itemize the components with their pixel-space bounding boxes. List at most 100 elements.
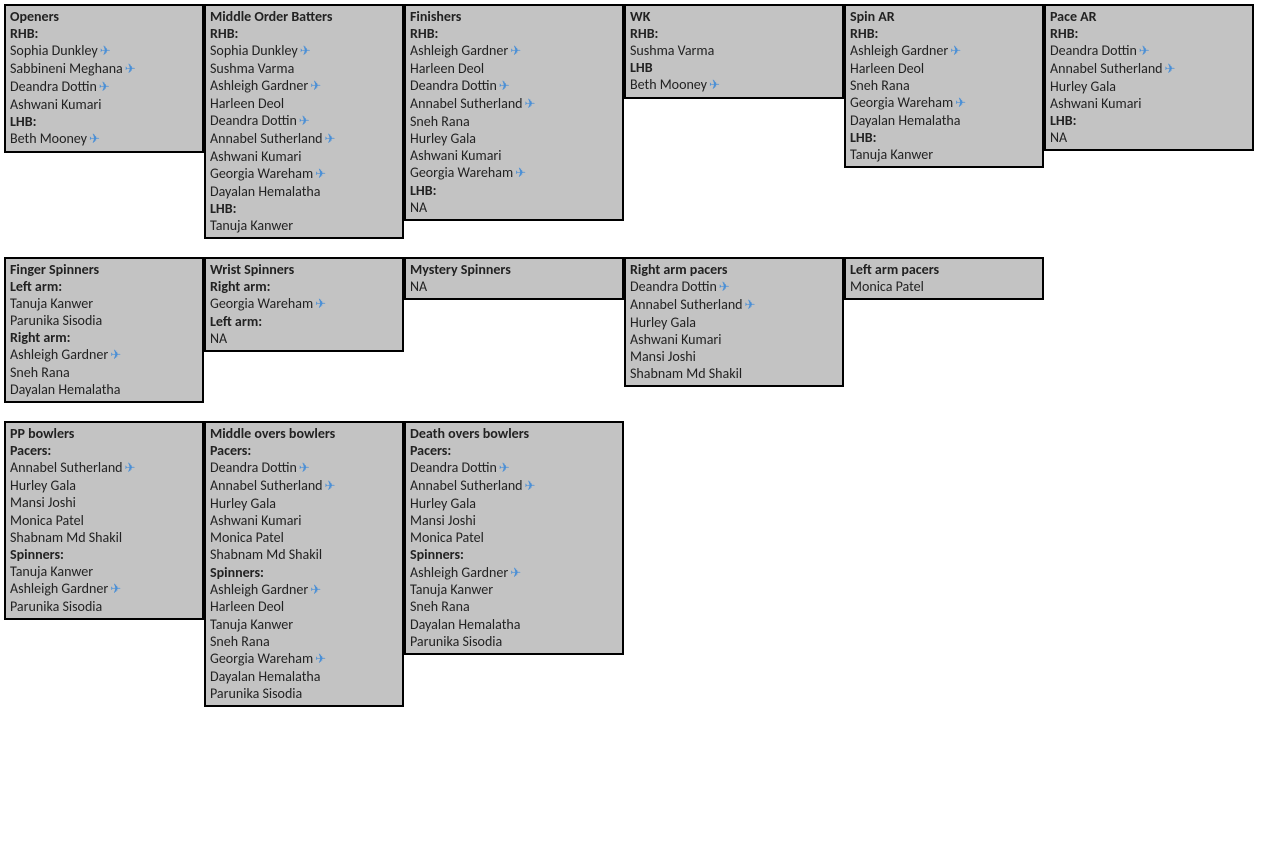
overseas-icon: ✈ [125, 62, 136, 78]
player-line: NA [410, 278, 618, 295]
player-name: NA [210, 330, 227, 347]
player-line: Ashwani Kumari [1050, 95, 1248, 112]
player-name: Sophia Dunkley [210, 42, 298, 59]
player-name: Ashleigh Gardner [410, 42, 508, 59]
overseas-icon: ✈ [950, 44, 961, 60]
group-heading: RHB: [210, 25, 398, 42]
player-line: Dayalan Hemalatha [410, 616, 618, 633]
player-name: Hurley Gala [630, 314, 696, 331]
player-line: Dayalan Hemalatha [10, 381, 198, 398]
group-heading: RHB: [630, 25, 838, 42]
overseas-icon: ✈ [1165, 62, 1176, 78]
player-name: Monica Patel [410, 529, 484, 546]
player-name: Annabel Sutherland [1050, 60, 1163, 77]
player-name: Sabbineni Meghana [10, 60, 123, 77]
group-heading: LHB: [410, 182, 618, 199]
player-line: Deandra Dottin✈ [1050, 42, 1248, 60]
group-heading: Pacers: [210, 442, 398, 459]
player-line: Hurley Gala [410, 495, 618, 512]
player-name: Georgia Wareham [210, 165, 313, 182]
overseas-icon: ✈ [515, 166, 526, 182]
player-name: Sneh Rana [10, 364, 70, 381]
overseas-icon: ✈ [110, 582, 121, 598]
player-line: Georgia Wareham✈ [210, 650, 398, 668]
player-name: Ashleigh Gardner [10, 346, 108, 363]
player-line: Tanuja Kanwer [850, 146, 1038, 163]
player-name: Harleen Deol [410, 60, 484, 77]
player-line: Mansi Joshi [410, 512, 618, 529]
player-name: NA [1050, 129, 1067, 146]
overseas-icon: ✈ [510, 566, 521, 582]
player-line: Ashleigh Gardner✈ [410, 42, 618, 60]
player-name: Ashwani Kumari [210, 512, 302, 529]
group-heading: RHB: [850, 25, 1038, 42]
group-heading: Right arm: [10, 329, 198, 346]
player-name: Tanuja Kanwer [850, 146, 933, 163]
overseas-icon: ✈ [525, 97, 536, 113]
player-line: Parunika Sisodia [410, 633, 618, 650]
overseas-icon: ✈ [510, 44, 521, 60]
player-line: Sushma Varma [630, 42, 838, 59]
category-card: PP bowlersPacers:Annabel Sutherland✈Hurl… [4, 421, 204, 619]
player-line: Hurley Gala [210, 495, 398, 512]
player-line: Sneh Rana [210, 633, 398, 650]
player-line: Georgia Wareham✈ [210, 165, 398, 183]
overseas-icon: ✈ [300, 44, 311, 60]
group-heading: RHB: [410, 25, 618, 42]
category-card: Death overs bowlersPacers:Deandra Dottin… [404, 421, 624, 654]
player-line: Deandra Dottin✈ [10, 78, 198, 96]
player-line: Annabel Sutherland✈ [1050, 60, 1248, 78]
player-name: Dayalan Hemalatha [410, 616, 520, 633]
overseas-icon: ✈ [299, 114, 310, 130]
player-name: Deandra Dottin [210, 112, 297, 129]
player-line: Monica Patel [850, 278, 1038, 295]
player-line: Georgia Wareham✈ [210, 295, 398, 313]
player-name: Hurley Gala [210, 495, 276, 512]
player-line: Harleen Deol [850, 60, 1038, 77]
overseas-icon: ✈ [89, 132, 100, 148]
player-name: Annabel Sutherland [210, 477, 323, 494]
player-line: NA [410, 199, 618, 216]
card-title: Spin AR [850, 8, 1038, 25]
player-name: Parunika Sisodia [10, 312, 102, 329]
player-name: Sushma Varma [210, 60, 294, 77]
group-heading: Spinners: [210, 564, 398, 581]
player-line: Sabbineni Meghana✈ [10, 60, 198, 78]
group-heading: LHB: [1050, 112, 1248, 129]
overseas-icon: ✈ [709, 78, 720, 94]
player-line: Sneh Rana [10, 364, 198, 381]
player-line: Ashwani Kumari [10, 96, 198, 113]
player-name: Sneh Rana [410, 598, 470, 615]
player-name: Georgia Wareham [210, 650, 313, 667]
category-card: Middle overs bowlersPacers:Deandra Dotti… [204, 421, 404, 706]
card-title: Right arm pacers [630, 261, 838, 278]
category-card: WKRHB:Sushma VarmaLHBBeth Mooney✈ [624, 4, 844, 99]
player-name: Mansi Joshi [10, 494, 76, 511]
overseas-icon: ✈ [110, 348, 121, 364]
player-name: Dayalan Hemalatha [10, 381, 120, 398]
player-line: Georgia Wareham✈ [850, 94, 1038, 112]
player-name: Ashwani Kumari [410, 147, 502, 164]
category-card: Finger SpinnersLeft arm:Tanuja KanwerPar… [4, 257, 204, 403]
player-name: Sushma Varma [630, 42, 714, 59]
player-name: Monica Patel [850, 278, 924, 295]
category-card: FinishersRHB:Ashleigh Gardner✈Harleen De… [404, 4, 624, 221]
card-title: Pace AR [1050, 8, 1248, 25]
player-name: Sophia Dunkley [10, 42, 98, 59]
player-line: Annabel Sutherland✈ [210, 130, 398, 148]
player-line: Shabnam Md Shakil [10, 529, 198, 546]
player-line: Ashwani Kumari [410, 147, 618, 164]
player-name: Hurley Gala [1050, 78, 1116, 95]
player-name: Monica Patel [10, 512, 84, 529]
overseas-icon: ✈ [325, 132, 336, 148]
player-name: Ashleigh Gardner [410, 564, 508, 581]
player-name: Dayalan Hemalatha [850, 112, 960, 129]
player-name: Ashwani Kumari [210, 148, 302, 165]
player-line: Sophia Dunkley✈ [210, 42, 398, 60]
player-name: Georgia Wareham [850, 94, 953, 111]
player-line: Deandra Dottin✈ [410, 459, 618, 477]
card-title: Left arm pacers [850, 261, 1038, 278]
player-line: Monica Patel [210, 529, 398, 546]
player-name: Beth Mooney [10, 130, 87, 147]
player-name: Ashwani Kumari [1050, 95, 1142, 112]
